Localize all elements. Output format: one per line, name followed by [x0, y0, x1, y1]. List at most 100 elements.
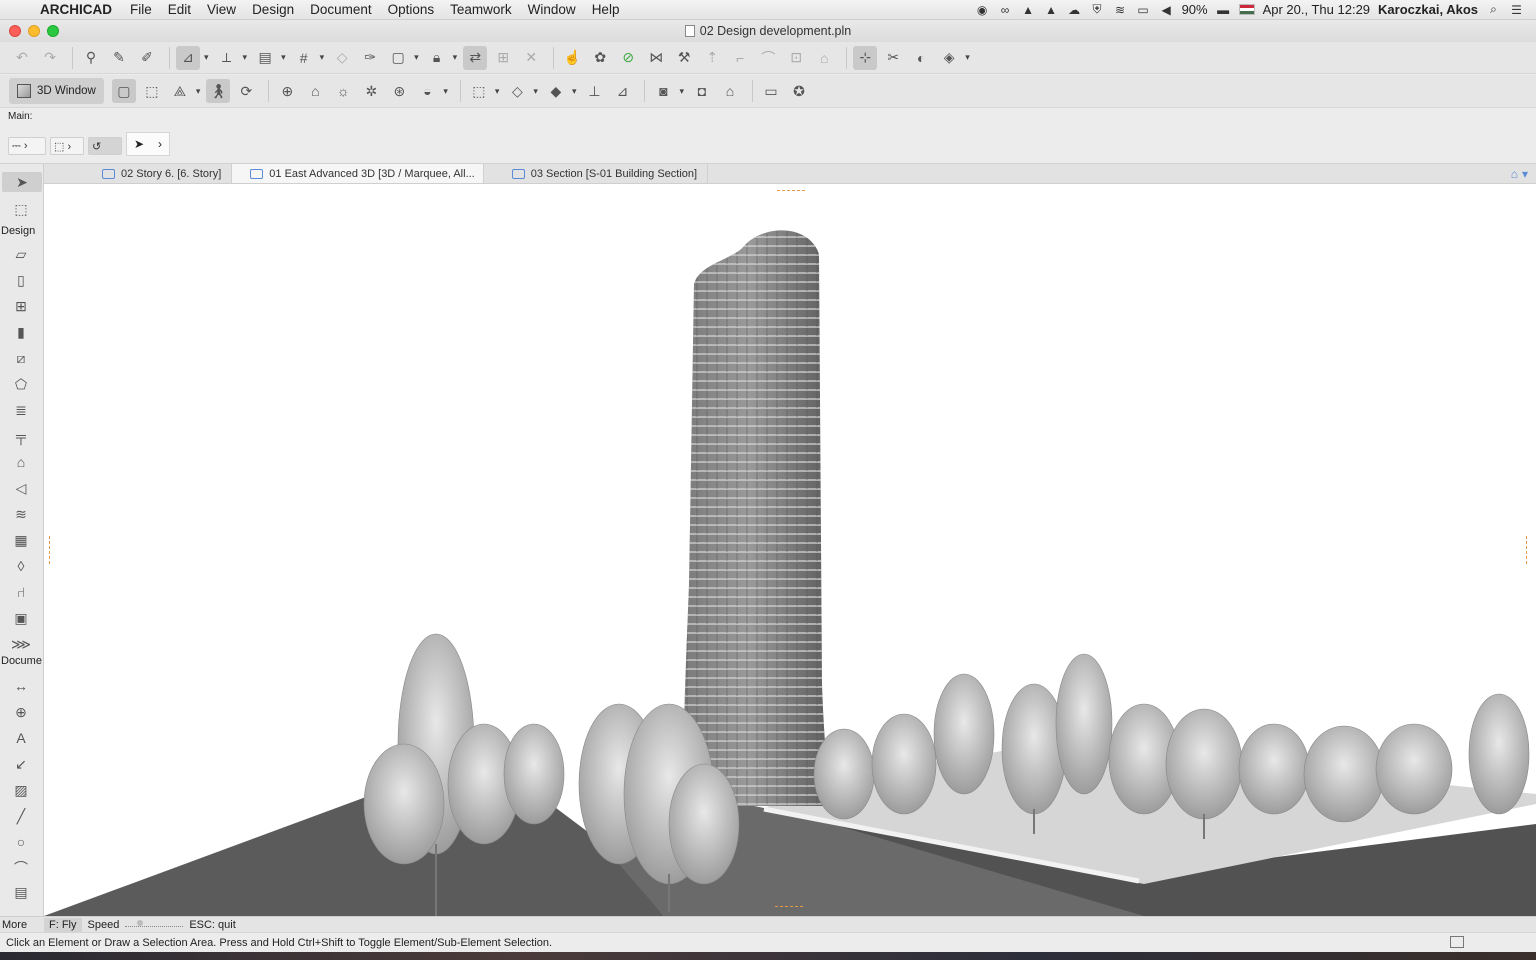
record-icon[interactable]: ◉: [975, 3, 990, 17]
pick-up-parameters-icon[interactable]: ✎: [107, 46, 131, 70]
column-tool[interactable]: ▮: [10, 322, 32, 342]
stair-tool[interactable]: ≣: [10, 400, 32, 420]
glasses-icon[interactable]: ∞: [998, 3, 1013, 17]
bottom-resize-handle[interactable]: [775, 906, 803, 911]
fill-tool[interactable]: ▨: [10, 780, 32, 800]
box-view-icon[interactable]: ⬚: [140, 79, 164, 103]
door-tool[interactable]: ▯: [10, 270, 32, 290]
menu-design[interactable]: Design: [244, 2, 302, 17]
input-language-flag-icon[interactable]: [1238, 4, 1255, 15]
dimension-icon[interactable]: ⊞: [491, 46, 515, 70]
chevron-down-icon[interactable]: ▾: [965, 52, 970, 63]
cloud-icon[interactable]: ☁: [1067, 3, 1082, 17]
wifi-icon[interactable]: ≋: [1113, 3, 1128, 17]
camera-icon[interactable]: ◙: [651, 79, 675, 103]
drive-icon[interactable]: ▲: [1021, 3, 1036, 17]
menu-file[interactable]: File: [122, 2, 160, 17]
chevron-down-icon[interactable]: ▾: [243, 52, 248, 63]
snap-guides-icon[interactable]: ⟂: [215, 46, 239, 70]
background-processing-icon[interactable]: [1450, 936, 1464, 948]
object-tool[interactable]: ⑁: [10, 582, 32, 602]
menu-teamwork[interactable]: Teamwork: [442, 2, 520, 17]
menu-document[interactable]: Document: [302, 2, 380, 17]
offset-icon[interactable]: ⌐: [728, 46, 752, 70]
toolbox-group-document[interactable]: Docume: [0, 655, 44, 667]
mesh-surface-tool[interactable]: ⋙: [10, 634, 32, 654]
presentation-icon[interactable]: ▭: [759, 79, 783, 103]
undo-icon[interactable]: ↶: [10, 46, 34, 70]
grid-snap-icon[interactable]: #: [292, 46, 316, 70]
volume-icon[interactable]: ◀: [1159, 3, 1174, 17]
chevron-down-icon[interactable]: ▾: [320, 52, 325, 63]
connect-icon[interactable]: ✿: [588, 46, 612, 70]
shell-tool[interactable]: ◁: [10, 478, 32, 498]
menu-help[interactable]: Help: [584, 2, 628, 17]
arc-tool[interactable]: ○: [10, 832, 32, 852]
section-view-icon[interactable]: ⊥: [582, 79, 606, 103]
shield-icon[interactable]: ⛨: [1090, 2, 1105, 16]
battery-icon[interactable]: ▬: [1216, 3, 1231, 17]
materials-icon[interactable]: ◆: [544, 79, 568, 103]
sync-icon[interactable]: ▲: [1044, 3, 1059, 17]
tab-story-plan[interactable]: 02 Story 6. [6. Story]: [44, 164, 233, 183]
left-resize-handle[interactable]: [49, 536, 54, 564]
tab-menu-button[interactable]: ⌂ ▾: [1511, 164, 1536, 183]
chevron-down-icon[interactable]: ▾: [281, 52, 286, 63]
drawing-tool[interactable]: ▤: [10, 882, 32, 902]
menu-window[interactable]: Window: [520, 2, 584, 17]
menu-options[interactable]: Options: [380, 2, 443, 17]
resize-icon[interactable]: ⊡: [784, 46, 808, 70]
clock[interactable]: Apr 20., Thu 12:29: [1263, 2, 1370, 17]
menu-edit[interactable]: Edit: [160, 2, 199, 17]
lock-icon[interactable]: 🔒︎: [425, 46, 449, 70]
marquee-tool[interactable]: ⬚: [10, 199, 32, 219]
guide-lines-icon[interactable]: ⊿: [176, 45, 200, 70]
photo-render-icon[interactable]: ⌂: [718, 79, 742, 103]
maximize-window-button[interactable]: [47, 25, 59, 37]
airplay-icon[interactable]: ▭: [1136, 3, 1151, 17]
search-icon[interactable]: ⌕: [1486, 2, 1501, 16]
walk-icon[interactable]: 🚶︎: [206, 79, 231, 103]
chevron-down-icon[interactable]: ▾: [204, 52, 209, 63]
sun-icon[interactable]: ☼: [331, 79, 355, 103]
explode-icon[interactable]: ✕: [519, 46, 543, 70]
walkthrough-icon[interactable]: ✪: [787, 79, 811, 103]
trace-icon[interactable]: ◇: [330, 46, 354, 70]
chevron-down-icon[interactable]: ▾: [572, 86, 577, 97]
elevation-icon[interactable]: ⊿: [610, 79, 634, 103]
wall-tool[interactable]: ▱: [10, 244, 32, 264]
split-icon[interactable]: ⋈: [644, 46, 668, 70]
3d-scene[interactable]: [44, 184, 1536, 916]
render-icon[interactable]: ◘: [690, 79, 714, 103]
chevron-down-icon[interactable]: ▾: [679, 86, 684, 97]
speed-slider-knob[interactable]: [137, 919, 144, 926]
chevron-down-icon[interactable]: ▾: [196, 86, 201, 97]
tab-3d-view[interactable]: 01 East Advanced 3D [3D / Marquee, All..…: [232, 164, 484, 183]
selection-method-control[interactable]: ⬚ ›: [50, 137, 84, 155]
geometry-method-control[interactable]: ⎓ ›: [8, 137, 46, 155]
check-icon[interactable]: ⊘: [616, 46, 640, 70]
line-tool[interactable]: ╱: [10, 806, 32, 826]
toolbox-group-design[interactable]: Design: [0, 225, 44, 237]
railing-tool[interactable]: ╤: [10, 426, 32, 446]
layers-icon[interactable]: ▢: [386, 46, 410, 70]
mesh-tool[interactable]: ≋: [10, 504, 32, 524]
speed-slider[interactable]: [125, 919, 184, 927]
tab-section[interactable]: 03 Section [S-01 Building Section]: [484, 164, 709, 183]
explore-icon[interactable]: ✲: [359, 79, 383, 103]
morph-tool[interactable]: ◊: [10, 556, 32, 576]
chevron-down-icon[interactable]: ▾: [443, 86, 448, 97]
3d-viewport[interactable]: [44, 184, 1536, 916]
text-tool[interactable]: A: [10, 728, 32, 748]
zone-tool[interactable]: ▣: [10, 608, 32, 628]
orbit-icon[interactable]: ⟳: [234, 79, 258, 103]
shading-icon[interactable]: ▢: [111, 79, 136, 103]
cut-icon[interactable]: ✂: [881, 46, 905, 70]
edit-selection-icon[interactable]: ⊹: [853, 45, 878, 70]
minimize-window-button[interactable]: [28, 25, 40, 37]
hand-icon[interactable]: ☝: [560, 46, 584, 70]
3d-style-icon[interactable]: ◒: [415, 79, 439, 103]
app-menu[interactable]: ARCHICAD: [34, 2, 122, 17]
pen-set-icon[interactable]: ✑: [358, 46, 382, 70]
suspend-groups-icon[interactable]: ▤: [253, 46, 277, 70]
